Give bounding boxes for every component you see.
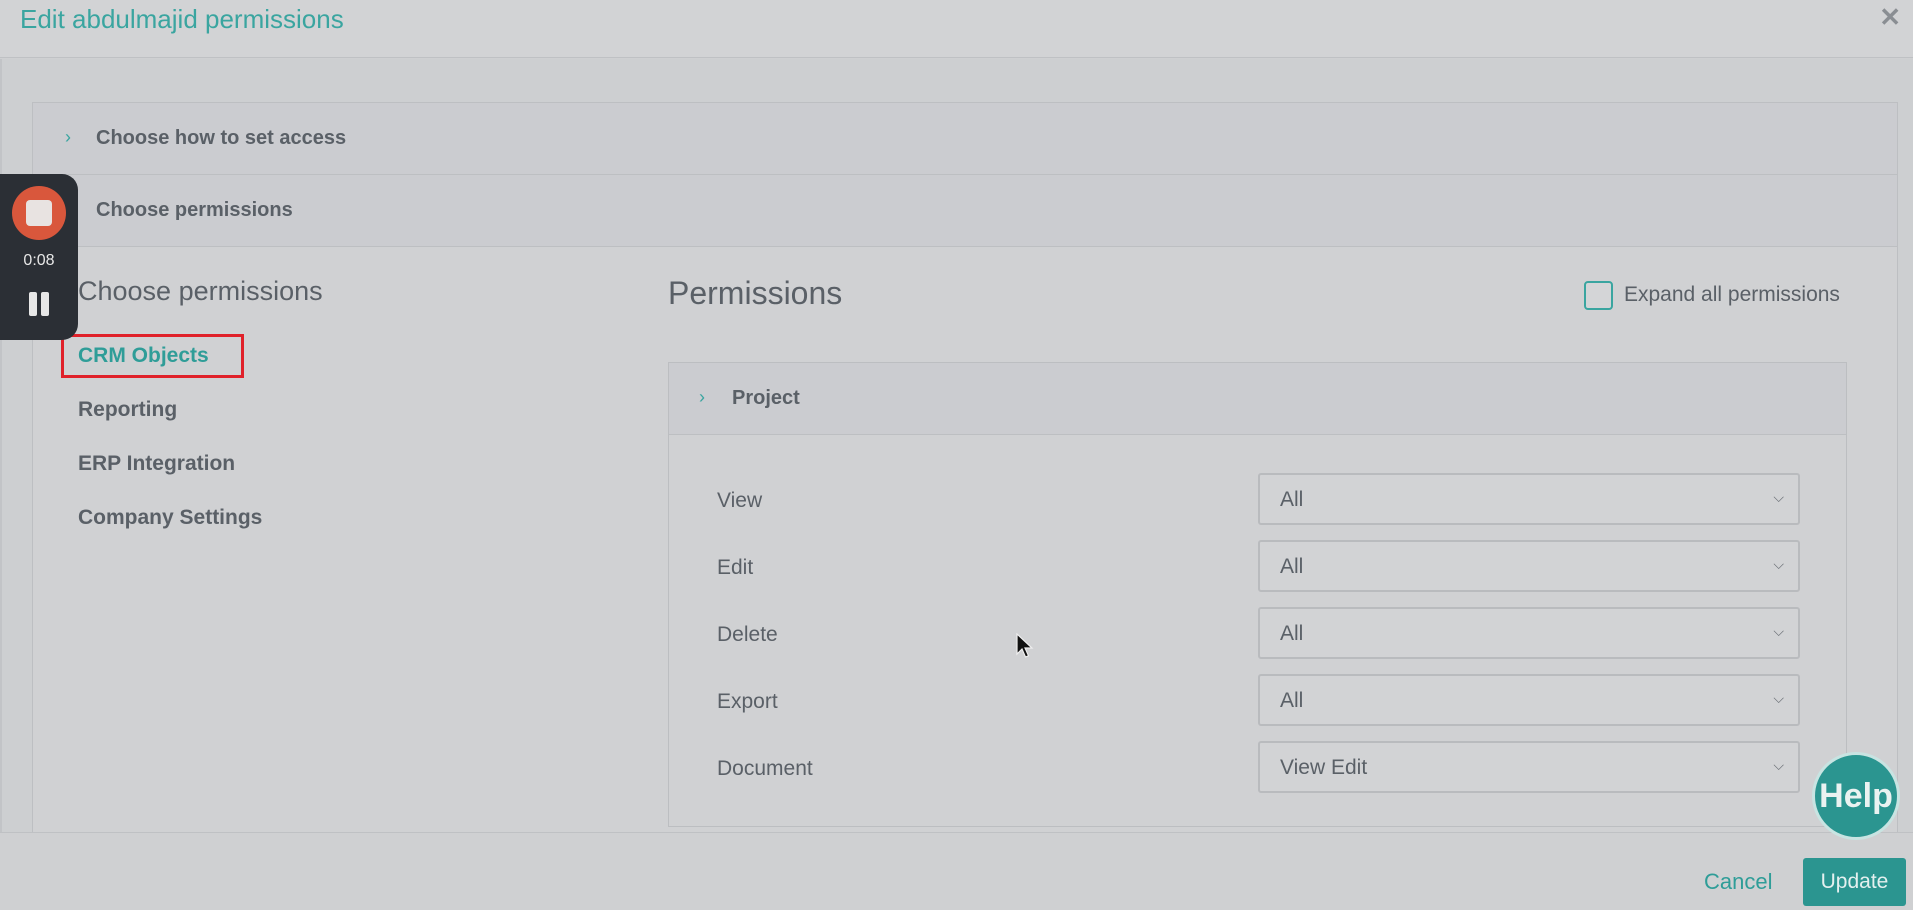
mouse-cursor-icon	[1016, 633, 1034, 658]
nav-item-reporting[interactable]: Reporting	[78, 398, 177, 422]
chevron-down-icon: ⌵	[1773, 556, 1784, 572]
section-choose-access[interactable]: › Choose how to set access	[33, 103, 1897, 175]
chevron-down-icon: ⌵	[1773, 757, 1784, 773]
export-select[interactable]: All ⌵	[1258, 674, 1800, 726]
screen-recorder-widget: 0:08	[0, 174, 78, 340]
stop-icon	[26, 200, 52, 226]
select-value: All	[1280, 689, 1304, 712]
chevron-right-icon: ›	[65, 127, 71, 147]
modal-footer: Cancel Update	[0, 832, 1913, 910]
recording-time: 0:08	[23, 252, 55, 269]
nav-item-company-settings[interactable]: Company Settings	[78, 506, 262, 530]
close-icon[interactable]: ✕	[1879, 2, 1901, 33]
update-button[interactable]: Update	[1803, 858, 1906, 906]
view-select[interactable]: All ⌵	[1258, 473, 1800, 525]
document-select[interactable]: View Edit ⌵	[1258, 741, 1800, 793]
pause-icon[interactable]	[26, 290, 52, 318]
edit-select[interactable]: All ⌵	[1258, 540, 1800, 592]
expand-all-checkbox[interactable]	[1584, 280, 1613, 310]
chevron-down-icon: ⌵	[1773, 690, 1784, 706]
cancel-button[interactable]: Cancel	[1704, 869, 1772, 895]
expand-all-permissions[interactable]: Expand all permissions	[1584, 280, 1840, 310]
perm-label-view: View	[717, 489, 763, 512]
chevron-right-icon: ›	[699, 387, 705, 407]
left-panel-title: Choose permissions	[78, 276, 323, 306]
help-button[interactable]: Help	[1812, 752, 1900, 840]
project-header[interactable]: › Project	[669, 363, 1846, 435]
select-value: All	[1280, 555, 1304, 578]
modal-title: Edit abdulmajid permissions	[20, 4, 344, 34]
section-choose-permissions[interactable]: Choose permissions	[33, 175, 1897, 247]
highlight-box	[61, 334, 244, 378]
modal-header: Edit abdulmajid permissions ✕	[0, 0, 1913, 58]
nav-item-erp-integration[interactable]: ERP Integration	[78, 452, 235, 476]
perm-label-delete: Delete	[717, 623, 778, 646]
select-value: All	[1280, 622, 1304, 645]
project-label: Project	[732, 387, 800, 409]
section-label: Choose permissions	[96, 199, 293, 221]
select-value: View Edit	[1280, 756, 1368, 779]
perm-label-export: Export	[717, 690, 778, 713]
section-label: Choose how to set access	[96, 127, 347, 149]
chevron-down-icon: ⌵	[1773, 623, 1784, 639]
chevron-down-icon: ⌵	[1773, 489, 1784, 505]
perm-label-edit: Edit	[717, 556, 754, 579]
project-permissions-card: › Project View All ⌵ Edit All ⌵ Delete A…	[668, 362, 1847, 827]
delete-select[interactable]: All ⌵	[1258, 607, 1800, 659]
perm-label-document: Document	[717, 757, 813, 780]
stop-recording-button[interactable]	[12, 186, 66, 240]
select-value: All	[1280, 488, 1304, 511]
permissions-title: Permissions	[668, 275, 843, 311]
expand-all-label: Expand all permissions	[1624, 283, 1840, 306]
